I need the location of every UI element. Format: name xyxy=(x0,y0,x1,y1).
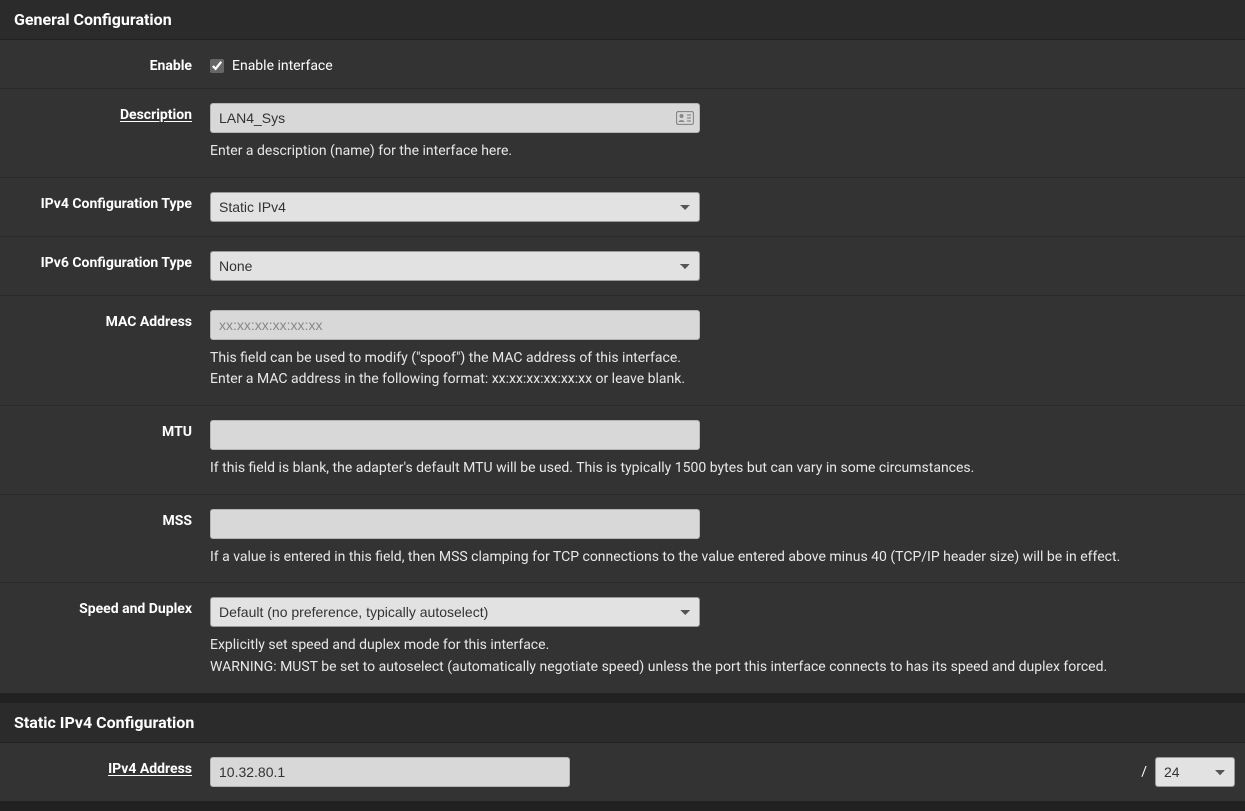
speed-select[interactable]: Default (no preference, typically autose… xyxy=(210,597,700,627)
label-mss: MSS xyxy=(0,509,210,529)
row-mss: MSS If a value is entered in this field,… xyxy=(0,495,1245,584)
mtu-help: If this field is blank, the adapter's de… xyxy=(210,458,1235,480)
row-description: Description Enter a description (name) f… xyxy=(0,89,1245,178)
row-ipv4-type: IPv4 Configuration Type Static IPv4 xyxy=(0,178,1245,237)
ipv6-type-select[interactable]: None xyxy=(210,251,700,281)
speed-help-line1: Explicitly set speed and duplex mode for… xyxy=(210,635,1235,657)
mac-help-line1: This field can be used to modify ("spoof… xyxy=(210,348,1235,370)
address-card-icon xyxy=(676,111,694,125)
enable-checkbox[interactable] xyxy=(210,59,224,73)
label-mac: MAC Address xyxy=(0,310,210,330)
speed-help: Explicitly set speed and duplex mode for… xyxy=(210,635,1235,678)
mac-input[interactable] xyxy=(210,310,700,340)
speed-help-line2: WARNING: MUST be set to autoselect (auto… xyxy=(210,657,1235,679)
label-ipv4-type: IPv4 Configuration Type xyxy=(0,192,210,212)
row-ipv6-type: IPv6 Configuration Type None xyxy=(0,237,1245,296)
enable-checkbox-wrap[interactable]: Enable interface xyxy=(210,54,1235,74)
mss-help: If a value is entered in this field, the… xyxy=(210,547,1235,569)
label-speed: Speed and Duplex xyxy=(0,597,210,617)
row-mac: MAC Address This field can be used to mo… xyxy=(0,296,1245,406)
mac-help-line2: Enter a MAC address in the following for… xyxy=(210,369,1235,391)
slash-separator: / xyxy=(1133,764,1155,780)
mss-input[interactable] xyxy=(210,509,700,539)
label-description: Description xyxy=(0,103,210,123)
mtu-input[interactable] xyxy=(210,420,700,450)
static-ipv4-title: Static IPv4 Configuration xyxy=(0,703,1245,743)
label-mtu: MTU xyxy=(0,420,210,440)
row-mtu: MTU If this field is blank, the adapter'… xyxy=(0,406,1245,495)
row-speed: Speed and Duplex Default (no preference,… xyxy=(0,583,1245,692)
row-ipv4-address: IPv4 Address / 24 xyxy=(0,743,1245,801)
description-input[interactable] xyxy=(210,103,700,133)
label-ipv6-type: IPv6 Configuration Type xyxy=(0,251,210,271)
ipv4-prefix-select[interactable]: 24 xyxy=(1155,757,1235,787)
row-enable: Enable Enable interface xyxy=(0,40,1245,89)
label-enable: Enable xyxy=(0,54,210,74)
general-config-panel: General Configuration Enable Enable inte… xyxy=(0,0,1245,693)
mac-help: This field can be used to modify ("spoof… xyxy=(210,348,1235,391)
static-ipv4-panel: Static IPv4 Configuration IPv4 Address /… xyxy=(0,703,1245,801)
label-ipv4-address: IPv4 Address xyxy=(0,757,210,777)
general-config-title: General Configuration xyxy=(0,0,1245,40)
ipv4-address-input[interactable] xyxy=(210,757,570,787)
description-help: Enter a description (name) for the inter… xyxy=(210,141,1235,163)
ipv4-type-select[interactable]: Static IPv4 xyxy=(210,192,700,222)
enable-checkbox-label: Enable interface xyxy=(232,58,333,74)
